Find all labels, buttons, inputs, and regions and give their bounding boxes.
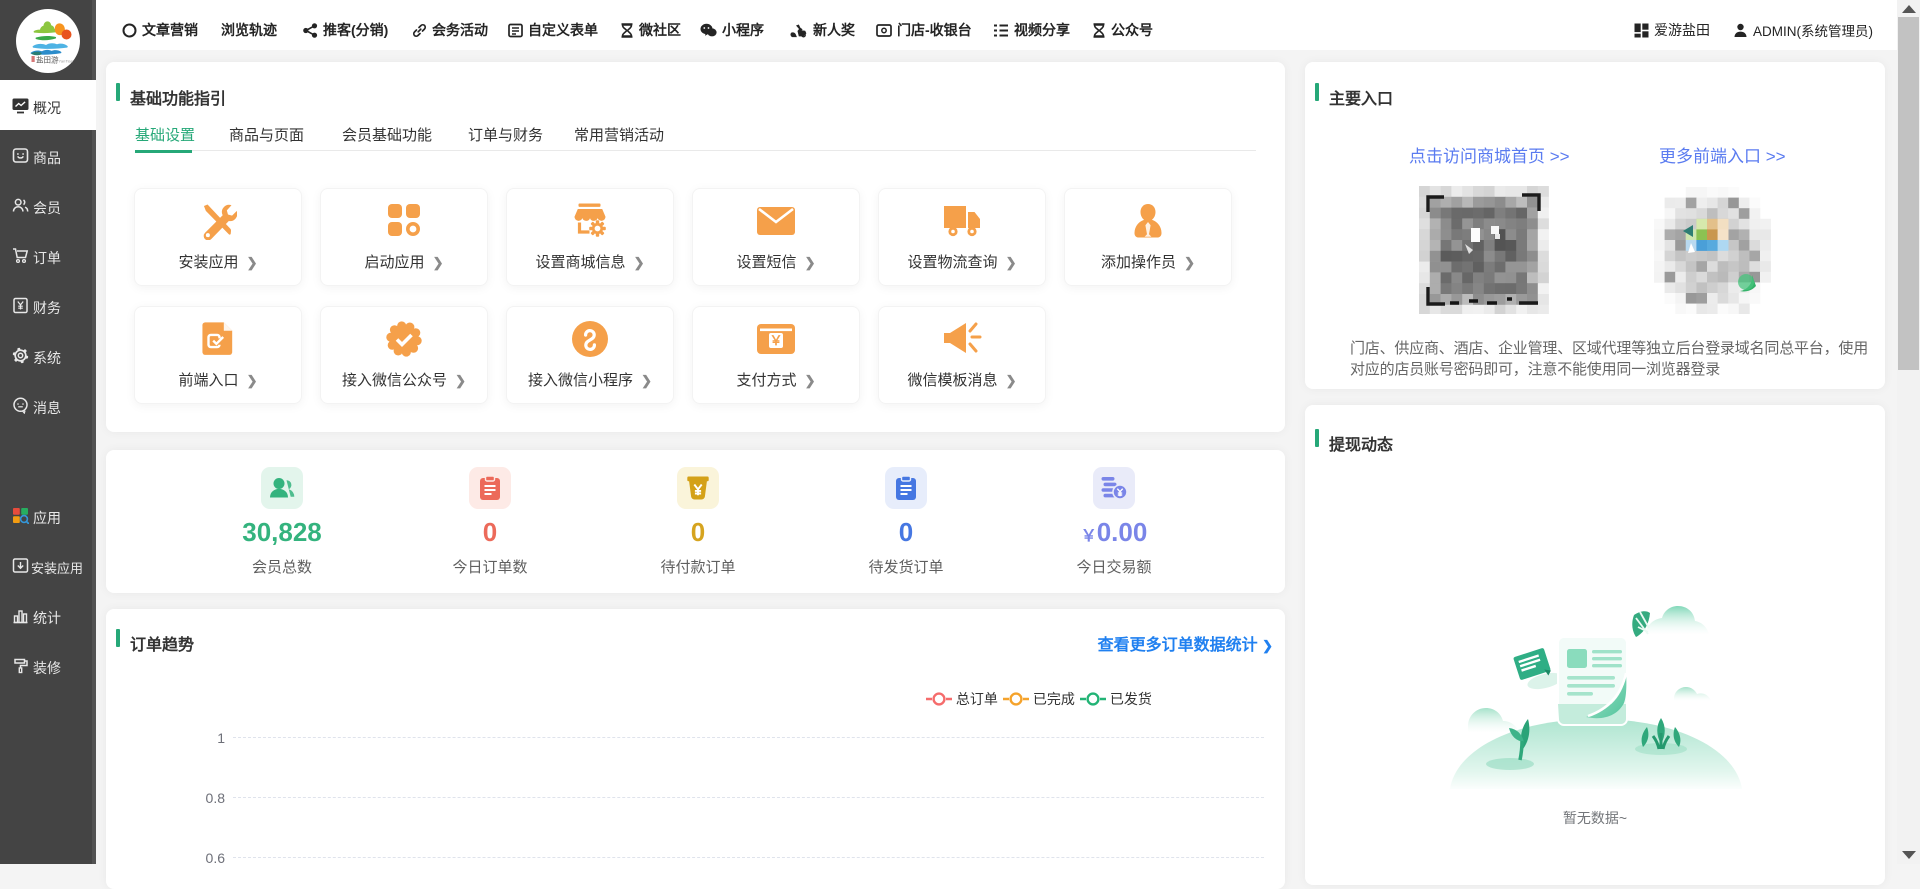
svg-text:YanTian: YanTian (59, 59, 73, 64)
svg-text:￥: ￥ (769, 333, 782, 348)
svg-text:盐田游: 盐田游 (36, 55, 59, 65)
